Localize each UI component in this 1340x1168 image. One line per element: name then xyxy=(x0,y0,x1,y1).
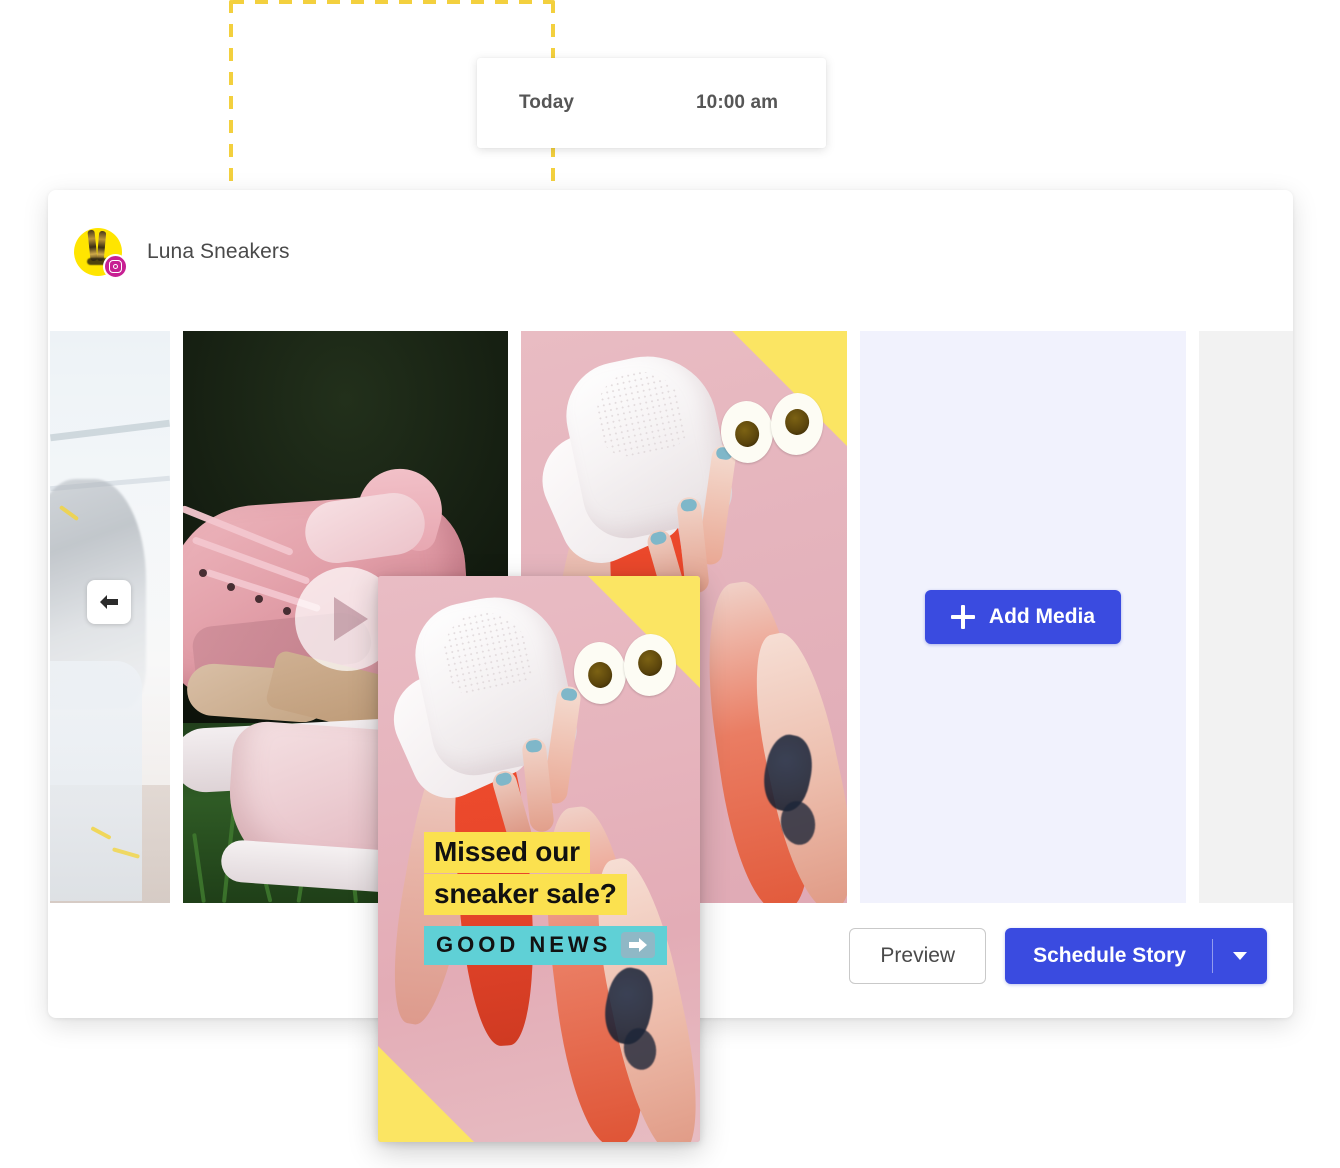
plus-icon xyxy=(950,605,975,629)
avatar xyxy=(74,228,128,279)
guide-line-vertical-left xyxy=(229,0,233,186)
story-cta-label: GOOD NEWS xyxy=(436,932,612,957)
add-media-button[interactable]: Add Media xyxy=(924,590,1122,644)
instagram-icon xyxy=(103,254,128,279)
story-caption-line-1: Missed our xyxy=(424,832,590,874)
media-tile-street-photo[interactable] xyxy=(50,331,170,903)
story-caption-line-2: sneaker sale? xyxy=(424,874,627,916)
preview-label: Preview xyxy=(880,944,956,967)
schedule-time-label: 10:00 am xyxy=(696,92,779,113)
guide-line-horizontal xyxy=(231,0,553,4)
preview-button[interactable]: Preview xyxy=(849,928,987,984)
schedule-time-card[interactable]: Today 10:00 am xyxy=(477,58,826,148)
schedule-day-label: Today xyxy=(519,92,575,113)
chevron-down-icon[interactable] xyxy=(1213,952,1267,960)
eyes-emoji-icon xyxy=(718,391,833,465)
right-arrow-emoji-icon xyxy=(621,932,656,958)
account-header[interactable]: Luna Sneakers xyxy=(74,222,290,282)
accent-corner-bottom-left xyxy=(378,1046,474,1142)
schedule-story-label: Schedule Story xyxy=(1033,944,1186,967)
add-media-label: Add Media xyxy=(988,605,1096,628)
screen: Today 10:00 am Luna Sneakers Add Media P… xyxy=(0,0,1340,1168)
media-tile-empty[interactable] xyxy=(1199,331,1293,903)
eyes-emoji-icon xyxy=(571,632,686,706)
schedule-story-button[interactable]: Schedule Story xyxy=(1005,928,1267,984)
media-tile-add-media[interactable]: Add Media xyxy=(860,331,1186,903)
story-preview-card[interactable]: Missed our sneaker sale? GOOD NEWS xyxy=(378,576,700,1142)
story-caption: Missed our sneaker sale? xyxy=(424,832,664,916)
arrow-left-icon[interactable] xyxy=(87,580,131,624)
composer-actions: Preview Schedule Story xyxy=(849,928,1267,984)
account-name: Luna Sneakers xyxy=(147,240,290,263)
story-cta: GOOD NEWS xyxy=(424,926,668,965)
